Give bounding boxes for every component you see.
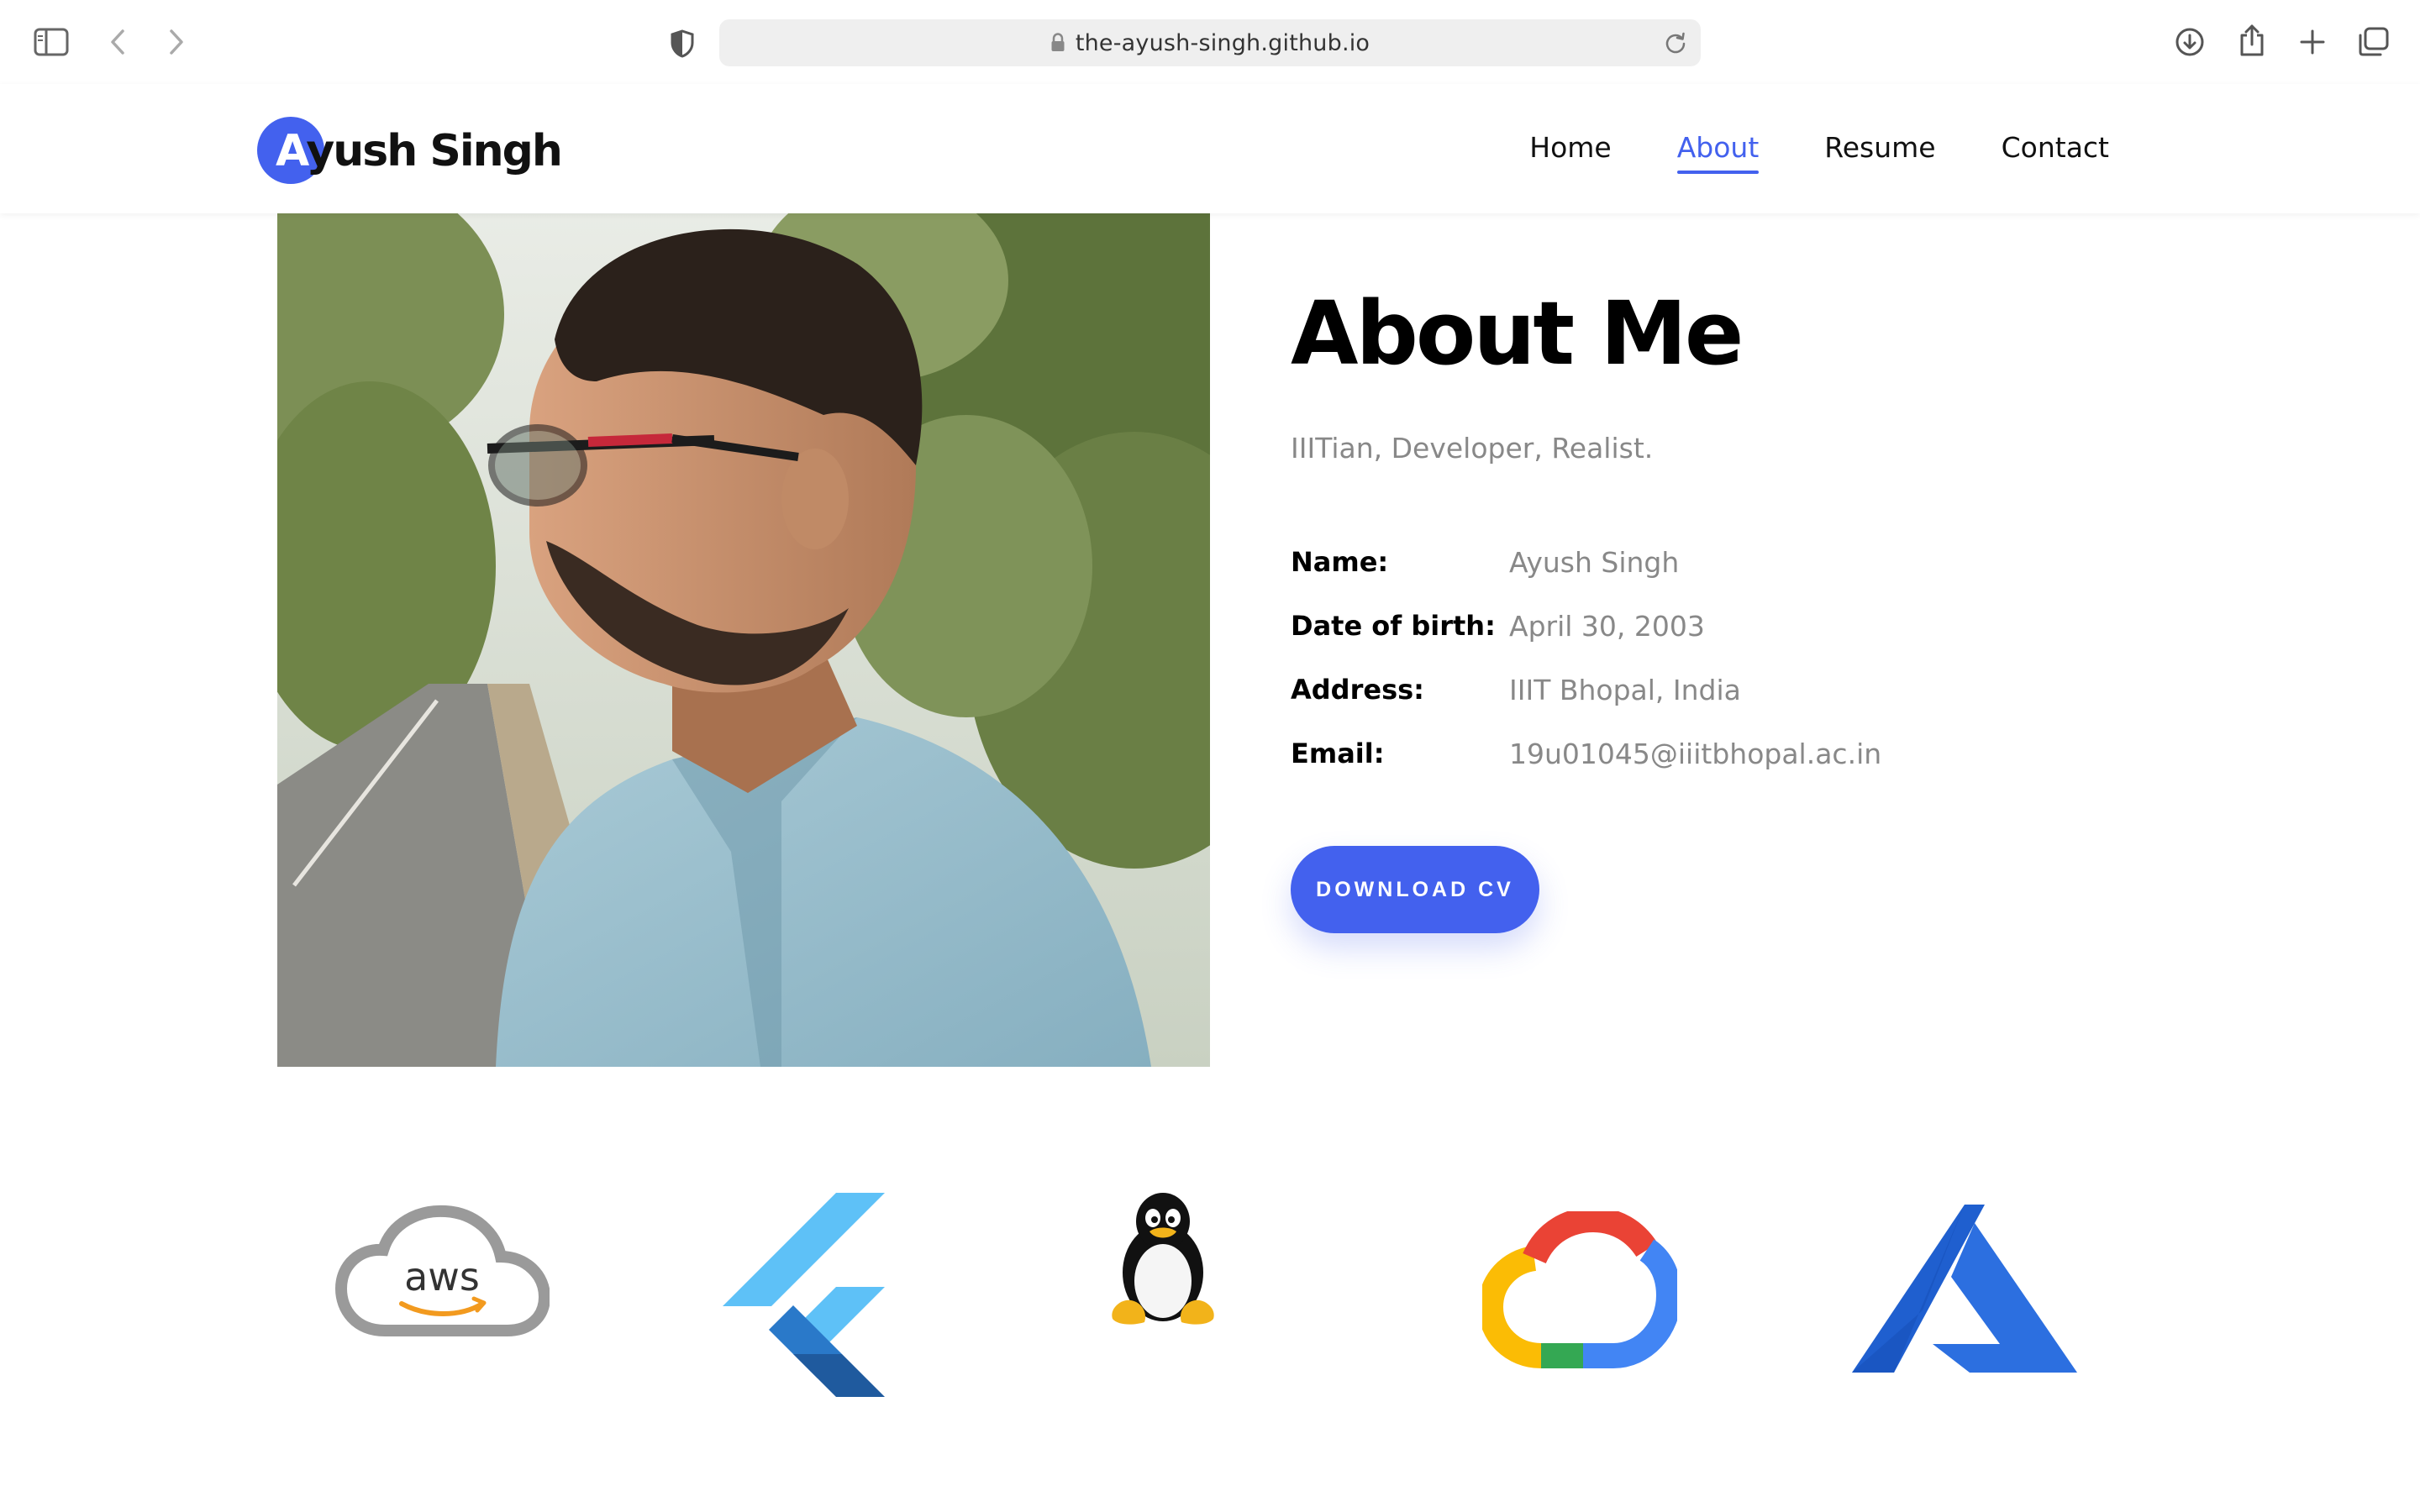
address-bar[interactable]: the-ayush-singh.github.io [719, 19, 1701, 66]
back-icon[interactable] [104, 25, 131, 59]
download-cv-button[interactable]: DOWNLOAD CV [1291, 846, 1539, 934]
site-logo[interactable]: Ayush Singh [257, 116, 563, 186]
sidebar-icon[interactable] [32, 25, 71, 59]
info-label: Address: [1291, 674, 1424, 706]
logo-first-letter: A [276, 126, 308, 176]
info-value: April 30, 2003 [1509, 609, 1705, 643]
browser-toolbar: the-ayush-singh.github.io [0, 0, 2420, 84]
personal-info: Name: Ayush Singh Date of birth: April 3… [1291, 530, 2131, 785]
about-title: About Me [1291, 282, 1744, 385]
site-header: Ayush Singh Home About Resume Contact [0, 84, 2420, 213]
info-value: Ayush Singh [1509, 545, 1680, 579]
info-label: Email: [1291, 738, 1385, 770]
info-label: Date of birth: [1291, 610, 1496, 643]
new-tab-icon[interactable] [2296, 25, 2329, 59]
nav-home[interactable]: Home [1529, 131, 1611, 172]
azure-logo [1852, 1201, 2077, 1378]
nav-about[interactable]: About [1676, 131, 1759, 174]
reload-icon[interactable] [1664, 31, 1687, 58]
google-cloud-logo [1477, 1206, 1682, 1369]
forward-icon[interactable] [163, 25, 190, 59]
tech-logos-row: aws [0, 1176, 2420, 1411]
logo-text: Ayush Singh [276, 126, 563, 176]
info-value[interactable]: 19u01045@iiitbhopal.ac.in [1509, 738, 1881, 770]
aws-logo: aws [334, 1205, 551, 1347]
shield-icon[interactable] [666, 27, 699, 60]
info-value: IIIT Bhopal, India [1509, 673, 1741, 706]
about-tagline: IIITian, Developer, Realist. [1291, 432, 1654, 465]
download-icon[interactable] [2173, 25, 2207, 59]
lock-icon [1050, 33, 1065, 53]
linux-tux-logo [1106, 1193, 1220, 1327]
info-label: Name: [1291, 546, 1389, 579]
aws-text: aws [404, 1254, 480, 1299]
flutter-logo [723, 1193, 891, 1399]
main-nav: Home About Resume Contact [1529, 131, 2109, 174]
tabs-overview-icon[interactable] [2356, 25, 2390, 59]
nav-contact[interactable]: Contact [2002, 131, 2109, 172]
info-row-name: Name: Ayush Singh [1291, 530, 2131, 594]
info-row-address: Address: IIIT Bhopal, India [1291, 658, 2131, 722]
profile-photo [277, 213, 1210, 1067]
info-row-email: Email: 19u01045@iiitbhopal.ac.in [1291, 722, 2131, 785]
info-row-dob: Date of birth: April 30, 2003 [1291, 594, 2131, 658]
share-icon[interactable] [2235, 22, 2269, 59]
logo-rest: yush Singh [306, 126, 563, 176]
url-text: the-ayush-singh.github.io [1075, 29, 1370, 56]
about-section: About Me IIITian, Developer, Realist. Na… [1291, 282, 2131, 934]
nav-resume[interactable]: Resume [1824, 131, 1935, 172]
